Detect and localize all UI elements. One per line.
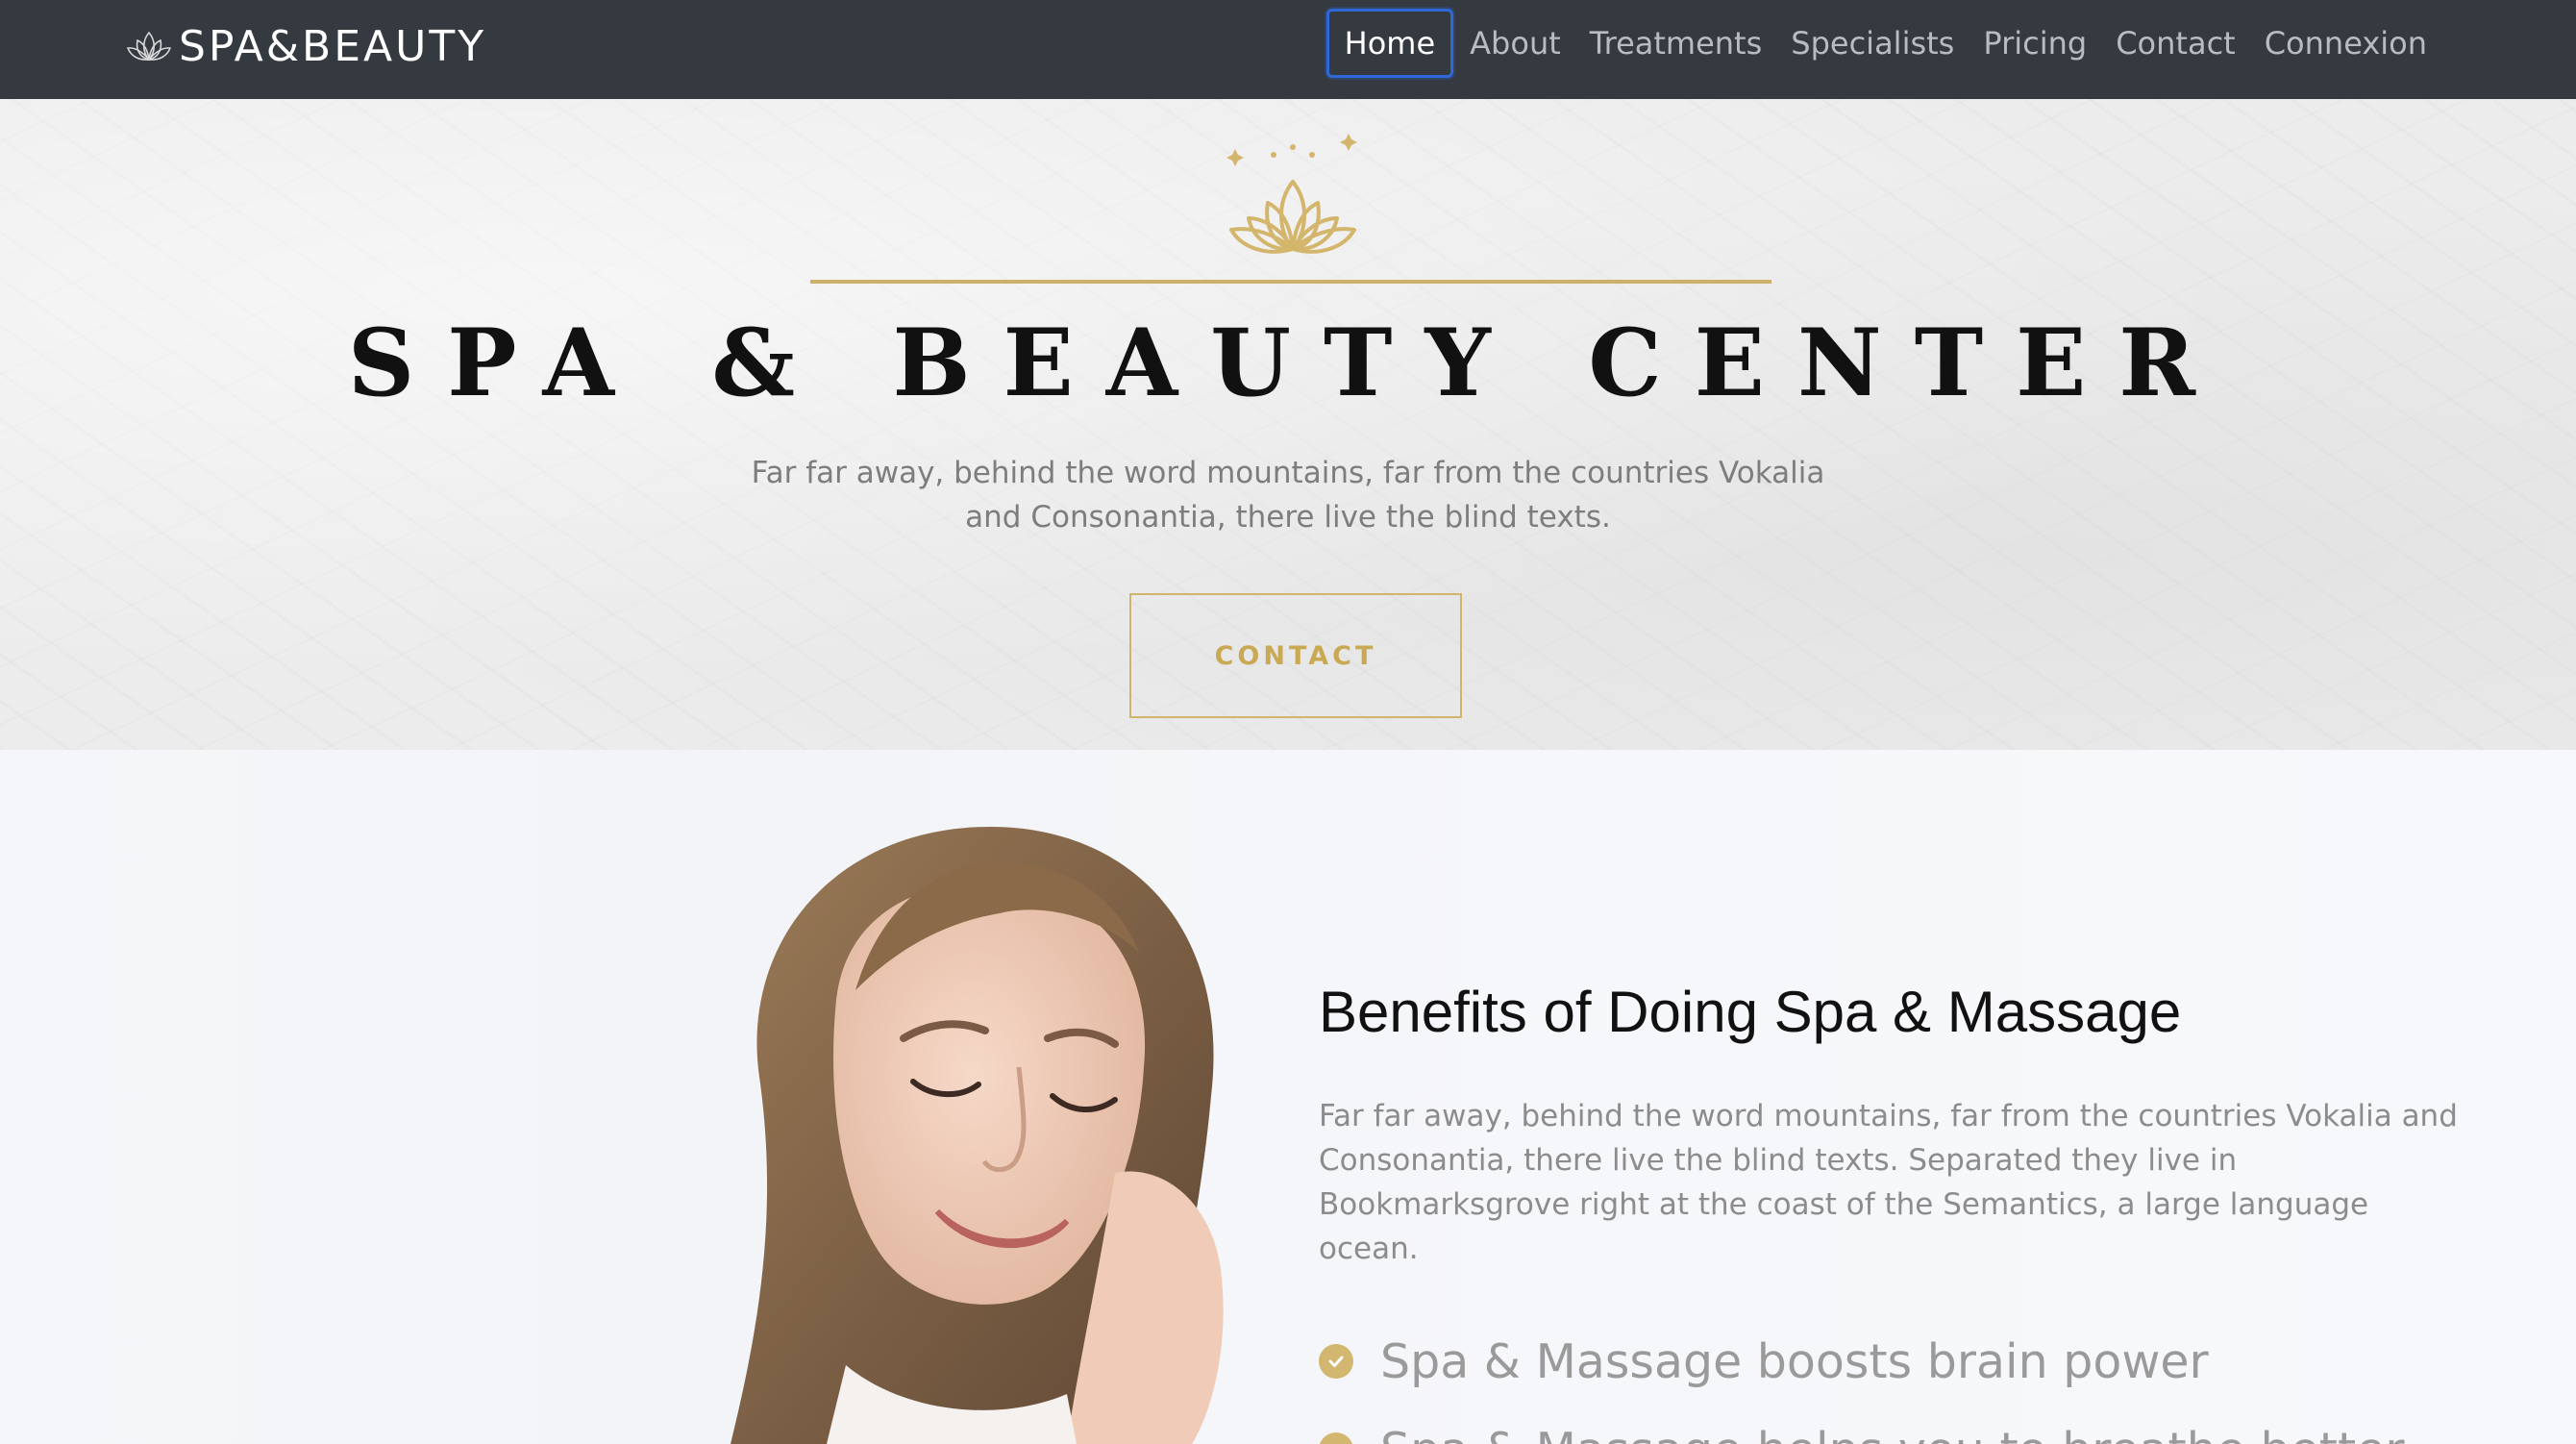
check-circle-icon — [1319, 1344, 1353, 1379]
brand-logo[interactable]: SPA&BEAUTY — [125, 17, 486, 75]
nav-link-home[interactable]: Home — [1325, 9, 1454, 78]
benefits-paragraph: Far far away, behind the word mountains,… — [1319, 1099, 2458, 1266]
woman-photo — [731, 827, 1224, 1444]
lotus-icon — [1226, 134, 1357, 254]
hero-section: SPA & BEAUTY CENTER Far far away, behind… — [0, 99, 2576, 750]
benefits-list: Spa & Massage boosts brain power Spa & M… — [1319, 1317, 2405, 1444]
nav-link-contact[interactable]: Contact — [2101, 12, 2250, 75]
check-circle-icon — [1319, 1432, 1353, 1444]
benefits-heading: Benefits of Doing Spa & Massage — [1319, 980, 2182, 1044]
list-item-label: Spa & Massage helps you to breathe bette… — [1380, 1423, 2405, 1444]
hero-title: SPA & BEAUTY CENTER — [347, 309, 2229, 417]
list-item: Spa & Massage boosts brain power — [1319, 1317, 2405, 1406]
nav-link-treatments[interactable]: Treatments — [1575, 12, 1777, 75]
nav-link-pricing[interactable]: Pricing — [1969, 12, 2101, 75]
main-nav: Home About Treatments Specialists Pricin… — [1325, 4, 2441, 83]
lotus-icon — [126, 31, 172, 62]
top-navbar: SPA&BEAUTY Home About Treatments Special… — [0, 0, 2576, 99]
hero-subtitle: Far far away, behind the word mountains,… — [751, 456, 1825, 535]
list-item-label: Spa & Massage boosts brain power — [1380, 1333, 2209, 1389]
brand-name: SPA&BEAUTY — [179, 21, 487, 71]
list-item: Spa & Massage helps you to breathe bette… — [1319, 1406, 2405, 1444]
hero-divider — [810, 280, 1771, 284]
benefits-section: Benefits of Doing Spa & Massage Far far … — [0, 750, 2576, 1444]
nav-link-about[interactable]: About — [1455, 12, 1575, 75]
nav-link-specialists[interactable]: Specialists — [1776, 12, 1969, 75]
contact-button[interactable]: CONTACT — [1129, 593, 1462, 718]
nav-link-connexion[interactable]: Connexion — [2250, 12, 2441, 75]
